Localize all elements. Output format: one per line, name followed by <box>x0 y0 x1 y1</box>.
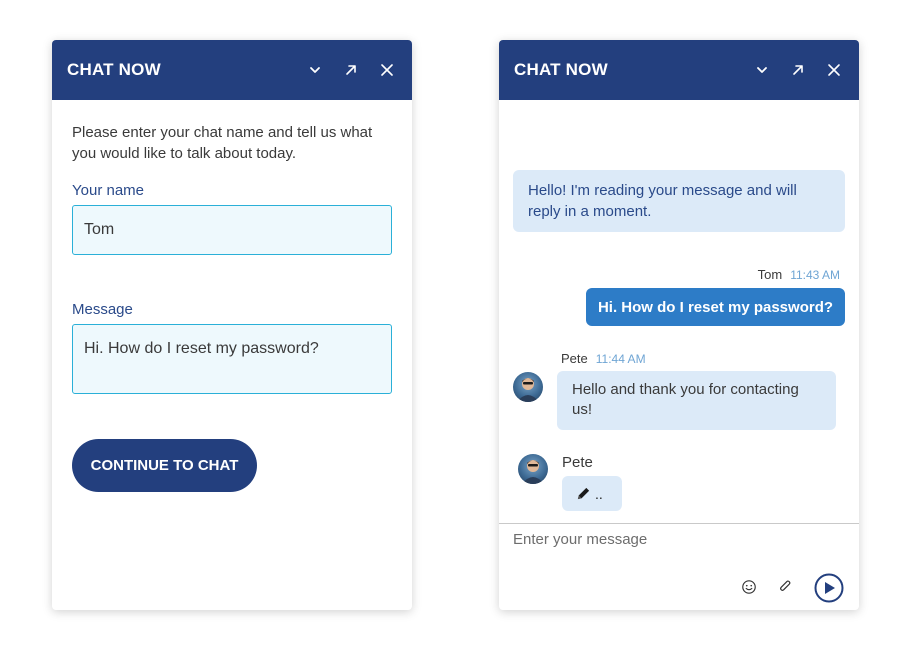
chat-panel: CHAT NOW Hello! I'm reading your message… <box>499 40 859 610</box>
message-meta: Tom 11:43 AM <box>758 267 840 282</box>
close-icon[interactable] <box>377 60 397 80</box>
close-icon[interactable] <box>824 60 844 80</box>
panel-header: CHAT NOW <box>499 40 859 100</box>
agent-message: Hello and thank you for contacting us! <box>557 371 836 430</box>
sender-name: Pete <box>561 351 588 366</box>
name-field[interactable]: Tom <box>72 205 392 255</box>
continue-to-chat-button[interactable]: CONTINUE TO CHAT <box>72 439 257 492</box>
message-meta: Pete 11:44 AM <box>561 351 646 366</box>
send-icon[interactable] <box>814 573 844 603</box>
avatar <box>513 372 543 402</box>
avatar <box>518 454 548 484</box>
header-controls <box>305 60 397 80</box>
timestamp: 11:44 AM <box>595 352 646 366</box>
panel-title: CHAT NOW <box>67 60 161 79</box>
sender-name: Pete <box>562 454 593 471</box>
paperclip-icon[interactable] <box>777 578 795 596</box>
arrow-up-right-icon[interactable] <box>341 60 361 80</box>
message-input[interactable]: Enter your message <box>513 531 647 548</box>
header-controls <box>752 60 844 80</box>
typing-indicator: .. <box>562 476 622 511</box>
typing-dots: .. <box>595 485 603 502</box>
agent-message: Hello! I'm reading your message and will… <box>513 170 845 232</box>
user-message: Hi. How do I reset my password? <box>586 288 845 326</box>
message-field[interactable]: Hi. How do I reset my password? <box>72 324 392 394</box>
panel-title: CHAT NOW <box>514 60 608 79</box>
chevron-down-icon[interactable] <box>752 60 772 80</box>
pre-chat-panel: CHAT NOW Please enter your chat name and… <box>52 40 412 610</box>
panel-header: CHAT NOW <box>52 40 412 100</box>
smiley-icon[interactable] <box>740 578 758 596</box>
message-label: Message <box>72 301 133 318</box>
sender-name: Tom <box>757 267 783 282</box>
message-composer: Enter your message <box>499 523 859 610</box>
name-label: Your name <box>72 182 144 199</box>
pre-chat-form: Please enter your chat name and tell us … <box>52 100 412 492</box>
arrow-up-right-icon[interactable] <box>788 60 808 80</box>
chat-transcript[interactable]: Hello! I'm reading your message and will… <box>499 100 859 523</box>
timestamp: 11:43 AM <box>790 268 840 282</box>
intro-text: Please enter your chat name and tell us … <box>72 124 373 162</box>
pencil-icon <box>577 487 590 500</box>
chevron-down-icon[interactable] <box>305 60 325 80</box>
